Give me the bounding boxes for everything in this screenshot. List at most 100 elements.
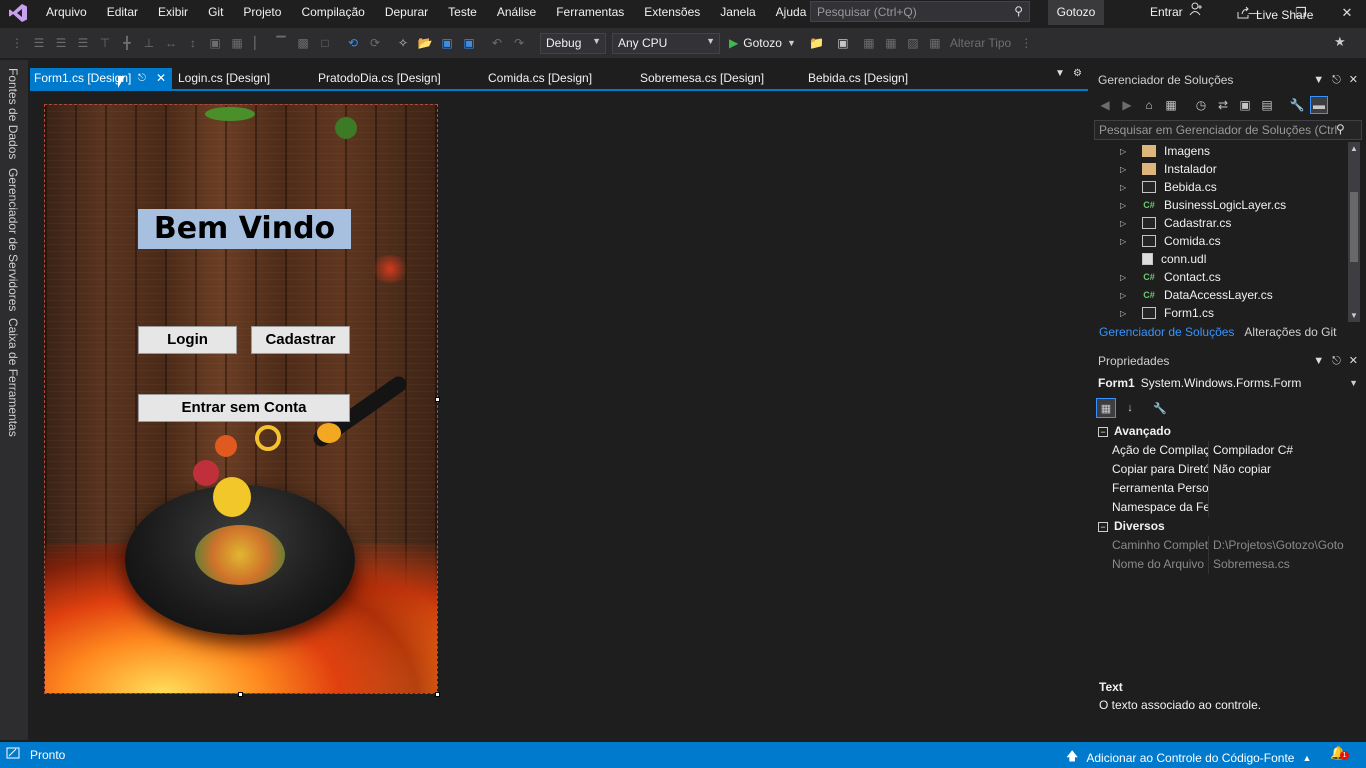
- expand-icon[interactable]: ▷: [1120, 219, 1132, 228]
- tree-item[interactable]: conn.udl: [1094, 250, 1348, 268]
- tab-server-explorer[interactable]: Gerenciador de Servidores: [6, 168, 20, 311]
- menu-arquivo[interactable]: Arquivo: [36, 0, 97, 25]
- horizontal-spacing-icon[interactable]: ▏: [250, 34, 268, 52]
- chevron-down-icon[interactable]: ▼: [1313, 351, 1324, 371]
- tree-item[interactable]: ▷ Imagens: [1094, 142, 1348, 160]
- signin-button[interactable]: Entrar: [1150, 0, 1203, 25]
- sql-icon[interactable]: ▨: [904, 34, 922, 52]
- tab-toolbox[interactable]: Caixa de Ferramentas: [6, 318, 20, 437]
- resize-handle-bottom[interactable]: [238, 692, 243, 697]
- lock-controls-icon[interactable]: ▦: [926, 34, 944, 52]
- search-icon[interactable]: ⚲: [1336, 122, 1345, 136]
- property-row[interactable]: Ferramenta Personali: [1094, 479, 1364, 498]
- collapse-icon[interactable]: −: [1098, 521, 1108, 532]
- platform-select[interactable]: Any CPU ▼: [612, 32, 720, 54]
- vertical-spacing-icon[interactable]: ▔: [272, 34, 290, 52]
- collapse-icon[interactable]: −: [1098, 426, 1108, 437]
- tab-form1-design[interactable]: Form1.cs [Design] ⎋ ✕: [30, 68, 172, 89]
- properties-wrench-icon[interactable]: 🔧: [1288, 96, 1306, 114]
- tab-login-design[interactable]: Login.cs [Design]: [174, 68, 314, 89]
- property-value[interactable]: Compilador C#: [1209, 441, 1364, 460]
- show-all-files-icon[interactable]: ▤: [1258, 96, 1276, 114]
- notifications-button[interactable]: 🔔 1: [1330, 745, 1349, 761]
- grid-snap-icon[interactable]: ▦: [228, 34, 246, 52]
- form-login-button[interactable]: Login: [138, 326, 237, 354]
- tab-data-sources[interactable]: Fontes de Dados: [6, 68, 20, 159]
- new-project-icon[interactable]: ✧: [394, 34, 412, 52]
- expand-icon[interactable]: ▷: [1120, 165, 1132, 174]
- expand-icon[interactable]: ▷: [1120, 237, 1132, 246]
- same-size-icon[interactable]: ▣: [206, 34, 224, 52]
- pin-icon[interactable]: ⎋: [138, 68, 146, 89]
- align-right-icon[interactable]: ☰: [74, 34, 92, 52]
- property-row[interactable]: Nome do Arquivo Sobremesa.cs: [1094, 555, 1364, 574]
- global-search-input[interactable]: Pesquisar (Ctrl+Q) ⚲: [810, 1, 1030, 22]
- screenshot-icon[interactable]: ▣: [834, 34, 852, 52]
- scroll-up-icon[interactable]: ▲: [1350, 144, 1358, 153]
- configuration-select[interactable]: Debug ▼: [540, 32, 606, 54]
- tree-item[interactable]: ▷ Cadastrar.cs: [1094, 214, 1348, 232]
- close-tab-icon[interactable]: ✕: [156, 68, 166, 89]
- scrollbar-thumb[interactable]: [1350, 192, 1358, 262]
- property-value[interactable]: [1209, 479, 1364, 498]
- undo-icon[interactable]: ↶: [488, 34, 506, 52]
- home-icon[interactable]: ⌂: [1140, 96, 1158, 114]
- open-folder-icon[interactable]: 📂: [416, 34, 434, 52]
- tree-item[interactable]: ▷ C# DataAccessLayer.cs: [1094, 286, 1348, 304]
- menu-janela[interactable]: Janela: [710, 0, 765, 25]
- align-left-icon[interactable]: ☰: [30, 34, 48, 52]
- menu-compilacao[interactable]: Compilação: [291, 0, 374, 25]
- properties-object-select[interactable]: Form1 System.Windows.Forms.Form ▼: [1094, 373, 1362, 393]
- settings-icon[interactable]: ⚙: [1073, 68, 1082, 79]
- property-row[interactable]: Ação de CompilaçãoCompilador C#: [1094, 441, 1364, 460]
- tab-order-icon[interactable]: ▦: [860, 34, 878, 52]
- chevron-down-icon[interactable]: ▼: [1313, 70, 1324, 90]
- property-row[interactable]: Namespace da Ferrar: [1094, 498, 1364, 517]
- tab-solution-explorer[interactable]: Gerenciador de Soluções: [1094, 322, 1239, 342]
- pin-icon[interactable]: ⎋: [1332, 70, 1341, 90]
- menu-teste[interactable]: Teste: [438, 0, 487, 25]
- expand-icon[interactable]: ▷: [1120, 183, 1132, 192]
- sync-icon[interactable]: ⇄: [1214, 96, 1232, 114]
- pin-icon[interactable]: ⎋: [1332, 351, 1341, 371]
- close-icon[interactable]: ✕: [1349, 70, 1358, 90]
- menu-analise[interactable]: Análise: [487, 0, 546, 25]
- tree-item[interactable]: ▷ Instalador: [1094, 160, 1348, 178]
- live-share-button[interactable]: Live Share: [1236, 6, 1313, 23]
- add-to-source-control-button[interactable]: 🡅 Adicionar ao Controle do Código-Fonte …: [1066, 747, 1311, 768]
- resize-handle-corner[interactable]: [435, 692, 440, 697]
- alphabetical-icon[interactable]: ↓: [1120, 398, 1140, 418]
- navigate-forward-icon[interactable]: ⟳: [366, 34, 384, 52]
- menu-projeto[interactable]: Projeto: [233, 0, 291, 25]
- save-icon[interactable]: ▣: [438, 34, 456, 52]
- property-row[interactable]: Caminho Completo D:\Projetos\Gotozo\Goto: [1094, 536, 1364, 555]
- tree-item[interactable]: ▷ Form1.cs: [1094, 304, 1348, 322]
- tab-comida-design[interactable]: Comida.cs [Design]: [484, 68, 636, 89]
- align-middle-icon[interactable]: ╋: [118, 34, 136, 52]
- tree-item[interactable]: ▷ Comida.cs: [1094, 232, 1348, 250]
- feedback-icon[interactable]: ★: [1334, 34, 1346, 50]
- redo-icon[interactable]: ↷: [510, 34, 528, 52]
- expand-icon[interactable]: ▷: [1120, 201, 1132, 210]
- form-guest-button[interactable]: Entrar sem Conta: [138, 394, 350, 422]
- tab-git-changes[interactable]: Alterações do Git: [1239, 322, 1341, 342]
- menu-editar[interactable]: Editar: [97, 0, 148, 25]
- tree-item[interactable]: ▷ C# BusinessLogicLayer.cs: [1094, 196, 1348, 214]
- align-top-icon[interactable]: ⊤: [96, 34, 114, 52]
- grid-icon[interactable]: ▦: [882, 34, 900, 52]
- tab-pratododia-design[interactable]: PratodoDia.cs [Design]: [314, 68, 484, 89]
- property-value[interactable]: [1209, 498, 1364, 517]
- switch-views-icon[interactable]: ▦: [1162, 96, 1180, 114]
- scroll-down-icon[interactable]: ▼: [1350, 311, 1358, 320]
- menu-ferramentas[interactable]: Ferramentas: [546, 0, 634, 25]
- property-pages-icon[interactable]: 🔧: [1150, 398, 1170, 418]
- solution-tree-scrollbar[interactable]: ▲ ▼: [1348, 142, 1360, 322]
- close-icon[interactable]: ✕: [1324, 0, 1366, 25]
- category-advanced[interactable]: − Avançado: [1094, 422, 1364, 441]
- center-horizontally-icon[interactable]: ▩: [294, 34, 312, 52]
- expand-icon[interactable]: ▷: [1120, 147, 1132, 156]
- menu-depurar[interactable]: Depurar: [375, 0, 438, 25]
- change-type-button[interactable]: Alterar Tipo: [946, 36, 1015, 50]
- categorized-icon[interactable]: ▦: [1096, 398, 1116, 418]
- property-value[interactable]: Sobremesa.cs: [1209, 555, 1364, 574]
